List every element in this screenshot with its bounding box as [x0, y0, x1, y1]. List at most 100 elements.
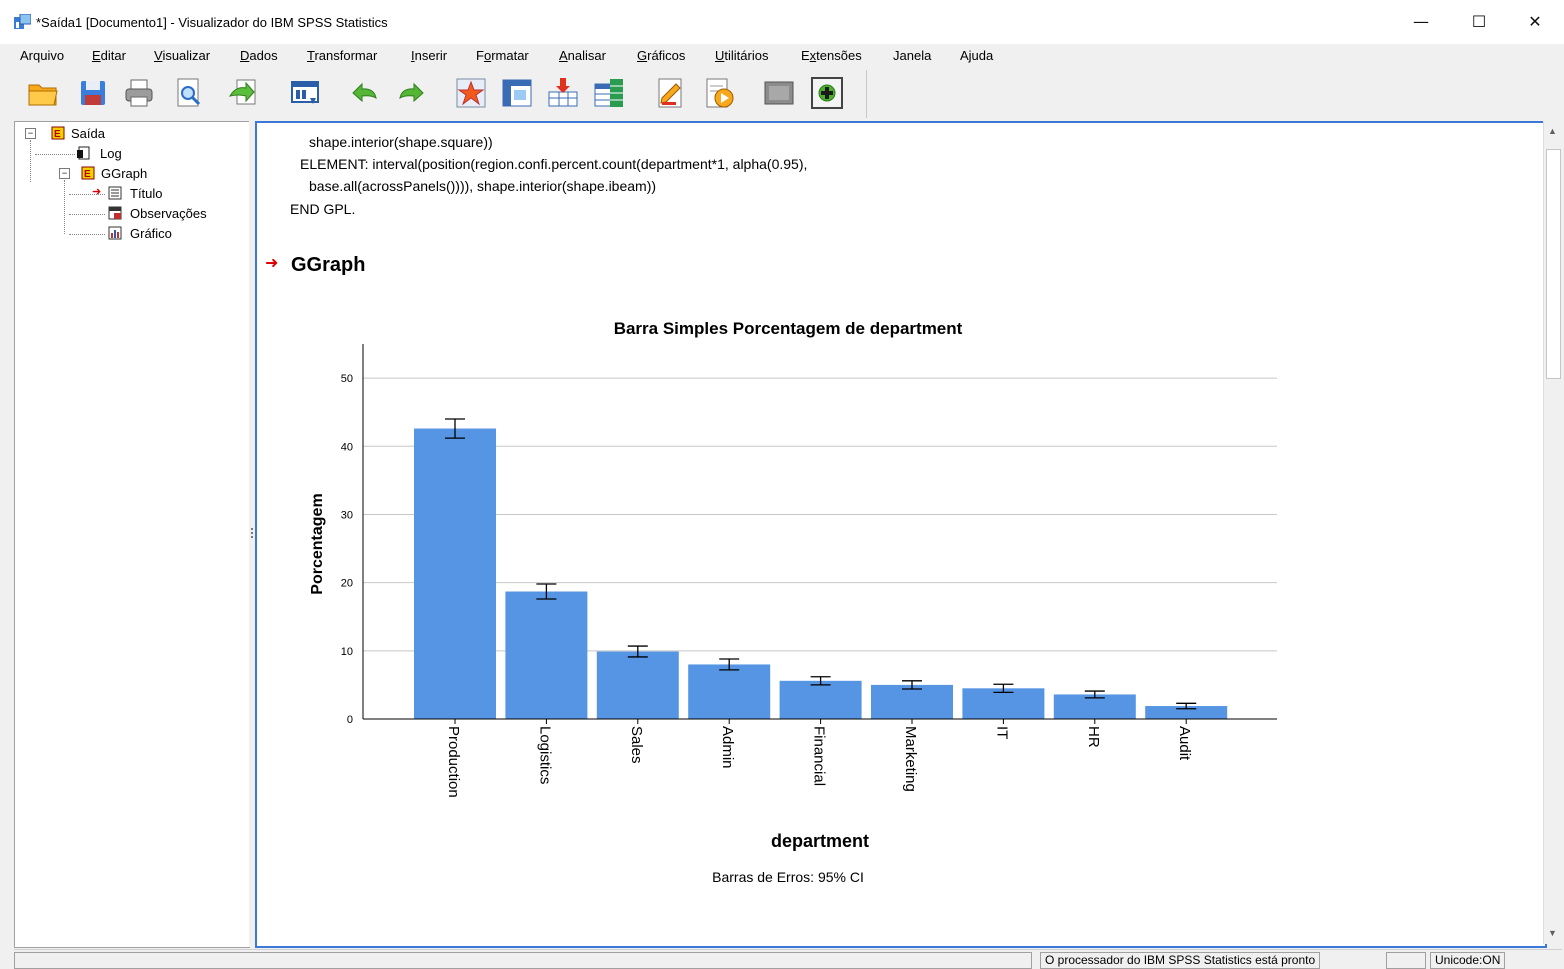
syntax-line-4: END GPL. — [290, 201, 356, 217]
clipped-syntax-line — [301, 121, 1001, 123]
tree-node-titulo[interactable]: Título — [130, 186, 163, 201]
syntax-line-1: shape.interior(shape.square)) — [309, 134, 493, 150]
menu-item-visualizar[interactable]: Visualizar — [154, 48, 210, 63]
open-folder-icon[interactable] — [26, 76, 60, 110]
x-axis-ticks: Production Logistics Sales Admin Financial Ma… — [445, 719, 1193, 798]
tree-node-observacoes[interactable]: Observações — [130, 206, 207, 221]
outline-pane: − E Saída Log − E GGraph ➜ Título Observ… — [14, 121, 250, 948]
syntax-line-2: ELEMENT: interval(position(region.confi.… — [300, 156, 808, 172]
status-empty-cell — [14, 952, 1032, 969]
x-tick-label: Admin — [719, 726, 736, 769]
y-tick-label: 40 — [341, 441, 353, 453]
y-tick-label: 20 — [341, 578, 353, 590]
x-tick-label: Marketing — [902, 726, 919, 792]
menu-item-editar[interactable]: Editar — [92, 48, 126, 63]
print-preview-icon[interactable] — [172, 76, 206, 110]
title-icon — [108, 186, 122, 200]
scroll-down-arrow-icon[interactable]: ▼ — [1544, 925, 1561, 941]
print-icon[interactable] — [122, 76, 156, 110]
minimize-button[interactable]: — — [1398, 4, 1444, 40]
menu-item-transformar[interactable]: Transformar — [307, 48, 377, 63]
spss-app-icon — [14, 14, 31, 29]
chart-title: Barra Simples Porcentagem de department — [614, 319, 963, 338]
notes-icon — [108, 206, 122, 220]
collapse-saida-toggle[interactable]: − — [25, 128, 36, 139]
menu-item-utilitarios[interactable]: Utilitários — [715, 48, 768, 63]
x-tick-label: HR — [1085, 726, 1102, 748]
scroll-up-arrow-icon[interactable]: ▲ — [1544, 123, 1561, 139]
toolbar — [14, 70, 867, 118]
variables-icon[interactable] — [592, 76, 626, 110]
output-content-pane: shape.interior(shape.square)) ELEMENT: i… — [255, 121, 1547, 948]
y-axis-label: Porcentagem — [309, 493, 326, 594]
menu-item-inserir[interactable]: Inserir — [411, 48, 447, 63]
menu-item-formatar[interactable]: Formatar — [476, 48, 529, 63]
menu-item-arquivo[interactable]: Arquivo — [20, 48, 64, 63]
designate-window-icon[interactable] — [654, 76, 688, 110]
close-button[interactable]: ✕ — [1512, 4, 1558, 40]
bars — [414, 418, 1228, 720]
menu-bar: Arquivo Editar Visualizar Dados Transformar I… — [0, 44, 1564, 68]
section-heading: GGraph — [291, 254, 366, 276]
current-item-arrow-icon: ➜ — [92, 186, 102, 198]
x-tick-label: Financial — [811, 726, 828, 786]
bar-financial[interactable] — [779, 680, 862, 719]
bar-chart[interactable]: Barra Simples Porcentagem de department … — [287, 299, 1407, 939]
x-axis-label: department — [771, 831, 869, 851]
y-tick-label: 0 — [347, 714, 353, 726]
window-title: *Saída1 [Documento1] - Visualizador do I… — [36, 15, 388, 30]
tree-node-log[interactable]: Log — [100, 146, 122, 161]
menu-item-graficos[interactable]: Gráficos — [637, 48, 685, 63]
bar-logistics[interactable] — [505, 591, 588, 720]
error-bar-note: Barras de Erros: 95% CI — [712, 869, 864, 885]
menu-item-analisar[interactable]: Analisar — [559, 48, 606, 63]
maximize-button[interactable]: ☐ — [1456, 4, 1502, 40]
goto-data-icon[interactable] — [454, 76, 488, 110]
tree-node-saida[interactable]: Saída — [71, 126, 105, 141]
tree-node-ggraph[interactable]: GGraph — [101, 166, 147, 181]
undo-icon[interactable] — [348, 76, 382, 110]
gridlines — [363, 377, 1277, 652]
y-tick-label: 10 — [341, 646, 353, 658]
syntax-line-3: base.all(acrossPanels()))), shape.interi… — [309, 178, 657, 194]
export-icon[interactable] — [226, 76, 260, 110]
menu-item-extensoes[interactable]: Extensões — [801, 48, 862, 63]
svg-text:E: E — [54, 129, 61, 140]
menu-item-dados[interactable]: Dados — [240, 48, 278, 63]
log-icon — [77, 146, 90, 160]
current-item-arrow-icon: ➜ — [265, 255, 279, 272]
ggraph-book-icon: E — [81, 166, 95, 180]
bar-admin[interactable] — [688, 664, 771, 719]
new-item-icon[interactable] — [810, 76, 844, 110]
collapse-ggraph-toggle[interactable]: − — [59, 168, 70, 179]
x-tick-label: Production — [445, 726, 462, 798]
menu-item-janela[interactable]: Janela — [893, 48, 931, 63]
redo-icon[interactable] — [394, 76, 428, 110]
save-icon[interactable] — [76, 76, 110, 110]
title-bar: *Saída1 [Documento1] - Visualizador do I… — [0, 0, 1564, 44]
y-tick-label: 50 — [341, 373, 353, 385]
status-message: O processador do IBM SPSS Statistics est… — [1040, 952, 1321, 969]
x-tick-label: Logistics — [536, 726, 553, 784]
bar-sales[interactable] — [596, 651, 679, 720]
bar-marketing[interactable] — [871, 684, 953, 719]
bar-production[interactable] — [414, 428, 496, 719]
recall-dialog-icon[interactable] — [288, 76, 322, 110]
menu-item-ajuda[interactable]: Ajuda — [960, 48, 993, 63]
svg-text:E: E — [84, 169, 91, 180]
chart-icon — [108, 226, 122, 240]
status-blank-cell — [1386, 952, 1426, 969]
goto-variable-icon[interactable] — [546, 76, 580, 110]
goto-case-icon[interactable] — [500, 76, 534, 110]
x-tick-label: Audit — [1176, 726, 1193, 761]
script-icon[interactable] — [702, 76, 736, 110]
scroll-thumb[interactable] — [1546, 149, 1561, 379]
y-axis-ticks: 0 10 20 30 40 50 — [341, 373, 353, 726]
vertical-scrollbar[interactable]: ▲ ▼ — [1543, 121, 1561, 944]
tree-node-grafico[interactable]: Gráfico — [130, 226, 172, 241]
y-tick-label: 30 — [341, 509, 353, 521]
status-encoding: Unicode:ON — [1430, 952, 1506, 969]
hidden-item-icon[interactable] — [762, 76, 796, 110]
x-tick-label: Sales — [628, 726, 645, 764]
x-tick-label: IT — [993, 726, 1010, 739]
